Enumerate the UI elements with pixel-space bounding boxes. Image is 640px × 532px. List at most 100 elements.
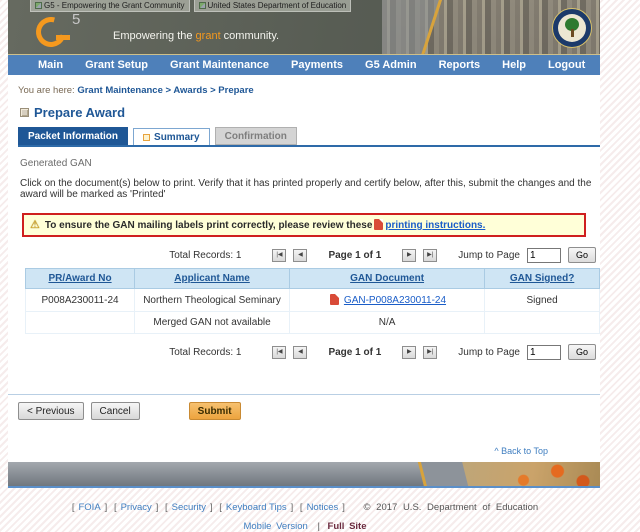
dept-of-education-seal-icon <box>552 8 592 48</box>
cell-award-no: P008A230011-24 <box>24 288 136 312</box>
printing-instructions-link[interactable]: printing instructions. <box>385 220 485 231</box>
cell-gan-document: N/A <box>289 311 486 334</box>
ed-favicon-icon <box>198 2 206 9</box>
nav-grant-setup[interactable]: Grant Setup <box>85 59 148 71</box>
footer-link-privacy[interactable]: Privacy <box>121 502 152 513</box>
g5-logo-g-icon <box>30 11 72 53</box>
warning-text: To ensure the GAN mailing labels print c… <box>44 219 486 231</box>
window-title-right-text: United States Department of Education <box>207 1 347 10</box>
nav-grant-maintenance[interactable]: Grant Maintenance <box>170 59 269 71</box>
total-records: Total Records: 1 <box>169 346 242 358</box>
classroom-photo <box>430 462 600 486</box>
breadcrumb: You are here: Grant Maintenance > Awards… <box>18 85 600 96</box>
nav-help[interactable]: Help <box>502 59 526 71</box>
page: G5 - Empowering the Grant Community Unit… <box>8 0 600 532</box>
header-gan-signed[interactable]: GAN Signed? <box>484 268 600 289</box>
page-indicator: Page 1 of 1 <box>328 249 382 261</box>
nav-reports[interactable]: Reports <box>439 59 481 71</box>
first-page-button[interactable]: |◀ <box>272 345 287 359</box>
total-records: Total Records: 1 <box>169 249 242 261</box>
prev-page-button[interactable]: ◀ <box>293 248 308 262</box>
go-button[interactable]: Go <box>567 344 596 360</box>
tagline-prefix: Empowering the <box>113 30 196 42</box>
table-row: Merged GAN not available N/A <box>24 311 600 334</box>
window-titlebar: G5 - Empowering the Grant Community Unit… <box>30 0 352 12</box>
footer-link-notices[interactable]: Notices <box>307 502 339 513</box>
g5-logo: 5 <box>30 11 81 53</box>
page-title: Prepare Award <box>20 105 600 120</box>
summary-tab-icon <box>143 134 151 141</box>
nav-g5-admin[interactable]: G5 Admin <box>365 59 417 71</box>
tagline: Empowering the grant community. <box>113 30 279 42</box>
cell-gan-signed: Signed <box>484 288 600 312</box>
tab-summary-label: Summary <box>154 132 200 143</box>
divider <box>8 394 600 395</box>
cancel-button[interactable]: Cancel <box>90 402 140 420</box>
next-page-button[interactable]: ▶ <box>402 248 417 262</box>
full-site-link[interactable]: Full Site <box>328 521 367 532</box>
main-nav: Main Grant Setup Grant Maintenance Payme… <box>8 55 600 75</box>
pdf-icon <box>330 294 340 305</box>
gan-table: PR/Award No Applicant Name GAN Document … <box>24 268 600 334</box>
instructions-text: Click on the document(s) below to print.… <box>20 178 592 200</box>
footer-photo-strip <box>8 462 600 488</box>
window-title-right: United States Department of Education <box>193 0 352 12</box>
breadcrumb-prefix: You are here: <box>18 85 78 96</box>
tabs: Packet Information Summary Confirmation <box>18 127 600 147</box>
header-pr-award-no[interactable]: PR/Award No <box>24 268 136 289</box>
total-records-value: 1 <box>235 346 242 358</box>
table-header-row: PR/Award No Applicant Name GAN Document … <box>24 268 600 289</box>
nav-logout[interactable]: Logout <box>548 59 585 71</box>
first-page-button[interactable]: |◀ <box>272 248 287 262</box>
page-indicator: Page 1 of 1 <box>328 346 382 358</box>
action-buttons: < Previous Cancel Submit <box>18 402 600 420</box>
go-button[interactable]: Go <box>567 247 596 263</box>
tab-packet-information[interactable]: Packet Information <box>18 127 129 145</box>
g5-favicon-icon <box>35 2 42 9</box>
table-row: P008A230011-24 Northern Theological Semi… <box>24 288 600 312</box>
warning-triangle-icon: ⚠ <box>30 218 40 231</box>
last-page-button[interactable]: ▶| <box>423 248 438 262</box>
header-banner: G5 - Empowering the Grant Community Unit… <box>8 0 600 55</box>
warning-banner: ⚠ To ensure the GAN mailing labels print… <box>22 213 586 237</box>
previous-button[interactable]: < Previous <box>18 402 84 420</box>
total-records-value: 1 <box>235 249 242 261</box>
back-to-top-link[interactable]: ^ Back to Top <box>8 446 548 456</box>
jump-to-page-input[interactable] <box>526 247 561 263</box>
library-photo <box>382 0 600 54</box>
page-title-icon <box>20 108 29 117</box>
pdf-icon <box>374 219 384 230</box>
window-title-left: G5 - Empowering the Grant Community <box>30 0 190 12</box>
header-applicant-name[interactable]: Applicant Name <box>134 268 291 289</box>
cell-gan-document: GAN-P008A230011-24 <box>289 288 486 312</box>
cell-applicant: Merged GAN not available <box>134 311 291 334</box>
tagline-highlight: grant <box>195 30 221 42</box>
footer: [FOIA] [Privacy] [Security] [Keyboard Ti… <box>8 502 600 532</box>
tab-confirmation[interactable]: Confirmation <box>214 127 297 145</box>
pagination-top: Total Records: 1 |◀ ◀ Page 1 of 1 ▶ ▶| J… <box>8 247 596 263</box>
footer-link-foia[interactable]: FOIA <box>78 502 100 513</box>
nav-payments[interactable]: Payments <box>291 59 343 71</box>
page-title-text: Prepare Award <box>34 105 126 120</box>
cell-gan-signed <box>484 311 600 334</box>
g5-logo-5: 5 <box>72 11 81 28</box>
g5-logo-bar-icon <box>56 35 70 40</box>
submit-button[interactable]: Submit <box>188 402 241 420</box>
last-page-button[interactable]: ▶| <box>423 345 438 359</box>
jump-to-page-input[interactable] <box>526 344 561 360</box>
jump-to-page-label: Jump to Page <box>458 346 520 358</box>
breadcrumb-path[interactable]: Grant Maintenance > Awards > Prepare <box>77 85 253 96</box>
cell-applicant: Northern Theological Seminary <box>134 288 291 312</box>
footer-links-row: [FOIA] [Privacy] [Security] [Keyboard Ti… <box>71 502 539 513</box>
mobile-version-link[interactable]: Mobile Version <box>243 521 307 532</box>
tab-summary[interactable]: Summary <box>133 128 210 145</box>
next-page-button[interactable]: ▶ <box>402 345 417 359</box>
cell-award-no <box>24 311 136 334</box>
gan-document-link[interactable]: GAN-P008A230011-24 <box>344 295 446 306</box>
footer-link-security[interactable]: Security <box>172 502 206 513</box>
prev-page-button[interactable]: ◀ <box>293 345 308 359</box>
nav-main[interactable]: Main <box>38 59 63 71</box>
header-gan-document[interactable]: GAN Document <box>289 268 486 289</box>
footer-link-keyboard-tips[interactable]: Keyboard Tips <box>226 502 287 513</box>
copyright-text: © 2017 U.S. Department of Education <box>363 502 539 513</box>
